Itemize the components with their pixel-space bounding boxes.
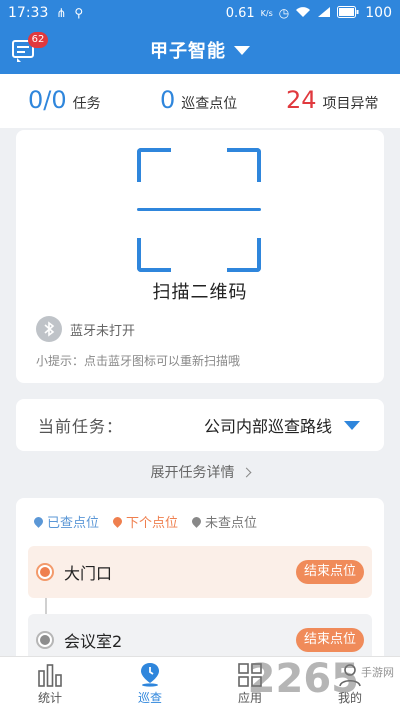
tasks-count: 0/0 [28, 86, 67, 114]
caret-down-icon [344, 420, 360, 430]
point-name: 会议室2 [64, 632, 123, 651]
stats-bar: 0/0 任务 0 巡查点位 24 项目异常 [0, 74, 400, 128]
legend-next: 下个点位 [111, 512, 179, 531]
scan-frame-corner [227, 238, 261, 272]
stat-abnormal[interactable]: 24 项目异常 [286, 86, 379, 114]
scan-frame-corner [227, 148, 261, 182]
point-name: 大门口 [64, 564, 113, 583]
status-bar: 17:33 ⋔ ⚲ 0.61 K/s ◷ 100 [0, 0, 400, 26]
nav-stats-label: 统计 [37, 691, 62, 705]
bluetooth-status: 蓝牙未打开 [36, 316, 135, 342]
signal-icon [317, 6, 331, 21]
patrol-count: 0 [160, 86, 176, 114]
stat-tasks[interactable]: 0/0 任务 [28, 86, 101, 114]
legend-unchecked-label: 未查点位 [205, 516, 258, 531]
network-speed: 0.61 [225, 5, 255, 21]
nav-stats[interactable]: 统计 [0, 657, 100, 711]
legend-checked: 已查点位 [32, 512, 100, 531]
scan-tip: 小提示：点击蓝牙图标可以重新扫描哦 [36, 354, 241, 368]
current-task-value: 公司内部巡查路线 [203, 417, 332, 436]
network-speed-unit: K/s [260, 8, 273, 18]
bluetooth-status-text: 蓝牙未打开 [70, 323, 136, 339]
current-task-label: 当前任务： [38, 417, 124, 436]
points-legend: 已查点位 下个点位 未查点位 [32, 512, 258, 531]
chevron-right-icon [241, 467, 251, 478]
page-title: 甲子智能 [150, 41, 226, 62]
legend-unchecked: 未查点位 [190, 512, 258, 531]
unchecked-point-dot-icon [36, 631, 54, 649]
location-pin-icon [190, 515, 203, 528]
legend-checked-label: 已查点位 [47, 516, 100, 531]
watermark-number: 2265 [247, 656, 359, 702]
expand-task-details[interactable]: 展开任务详情 [0, 462, 400, 482]
caret-down-icon [234, 45, 250, 55]
nav-patrol-label: 巡查 [137, 691, 162, 705]
location-pin-icon [111, 515, 124, 528]
battery-icon [337, 5, 359, 21]
point-row[interactable]: 大门口 结束点位 [28, 546, 372, 598]
stat-patrol-points[interactable]: 0 巡查点位 [160, 86, 237, 114]
legend-next-label: 下个点位 [126, 516, 179, 531]
tasks-label: 任务 [72, 96, 101, 112]
scan-qr-button[interactable] [137, 148, 261, 272]
patrol-points-card: 已查点位 下个点位 未查点位 大门口 结束点位 会议室2 结束点位 [16, 498, 384, 668]
patrol-label: 巡查点位 [181, 96, 238, 112]
bar-chart-icon [37, 659, 63, 687]
abnormal-label: 项目异常 [322, 96, 379, 112]
message-count-badge: 62 [28, 32, 48, 48]
wifi-icon [295, 6, 311, 21]
patrol-pin-icon [137, 659, 163, 687]
messages-button[interactable]: 62 [12, 32, 48, 62]
status-time: 17:33 [8, 5, 49, 21]
scan-title: 扫描二维码 [152, 282, 248, 303]
scan-frame-corner [137, 148, 171, 182]
end-point-button[interactable]: 结束点位 [295, 560, 364, 584]
project-selector[interactable]: 甲子智能 [150, 37, 250, 63]
current-task-selector[interactable]: 当前任务： 公司内部巡查路线 [16, 399, 384, 451]
usb-icon: ⚲ [74, 6, 84, 20]
scan-frame-corner [137, 238, 171, 272]
expand-task-details-label: 展开任务详情 [150, 465, 235, 481]
nav-patrol[interactable]: 巡查 [100, 657, 200, 711]
alarm-icon: ◷ [278, 6, 290, 20]
app-header: 17:33 ⋔ ⚲ 0.61 K/s ◷ 100 62 甲子智能 [0, 0, 400, 74]
watermark-site: 手游网 [361, 666, 394, 679]
title-bar: 62 甲子智能 [0, 26, 400, 74]
abnormal-count: 24 [286, 86, 317, 114]
bluetooth-icon[interactable] [36, 316, 62, 342]
network-share-icon: ⋔ [56, 6, 67, 20]
end-point-button[interactable]: 结束点位 [295, 628, 364, 652]
battery-level: 100 [365, 5, 392, 21]
location-pin-icon [32, 515, 45, 528]
next-point-dot-icon [36, 563, 54, 581]
watermark: 2265 手游网 [248, 656, 394, 702]
scan-line-icon [137, 208, 261, 211]
scan-card: 扫描二维码 蓝牙未打开 小提示：点击蓝牙图标可以重新扫描哦 [16, 130, 384, 383]
